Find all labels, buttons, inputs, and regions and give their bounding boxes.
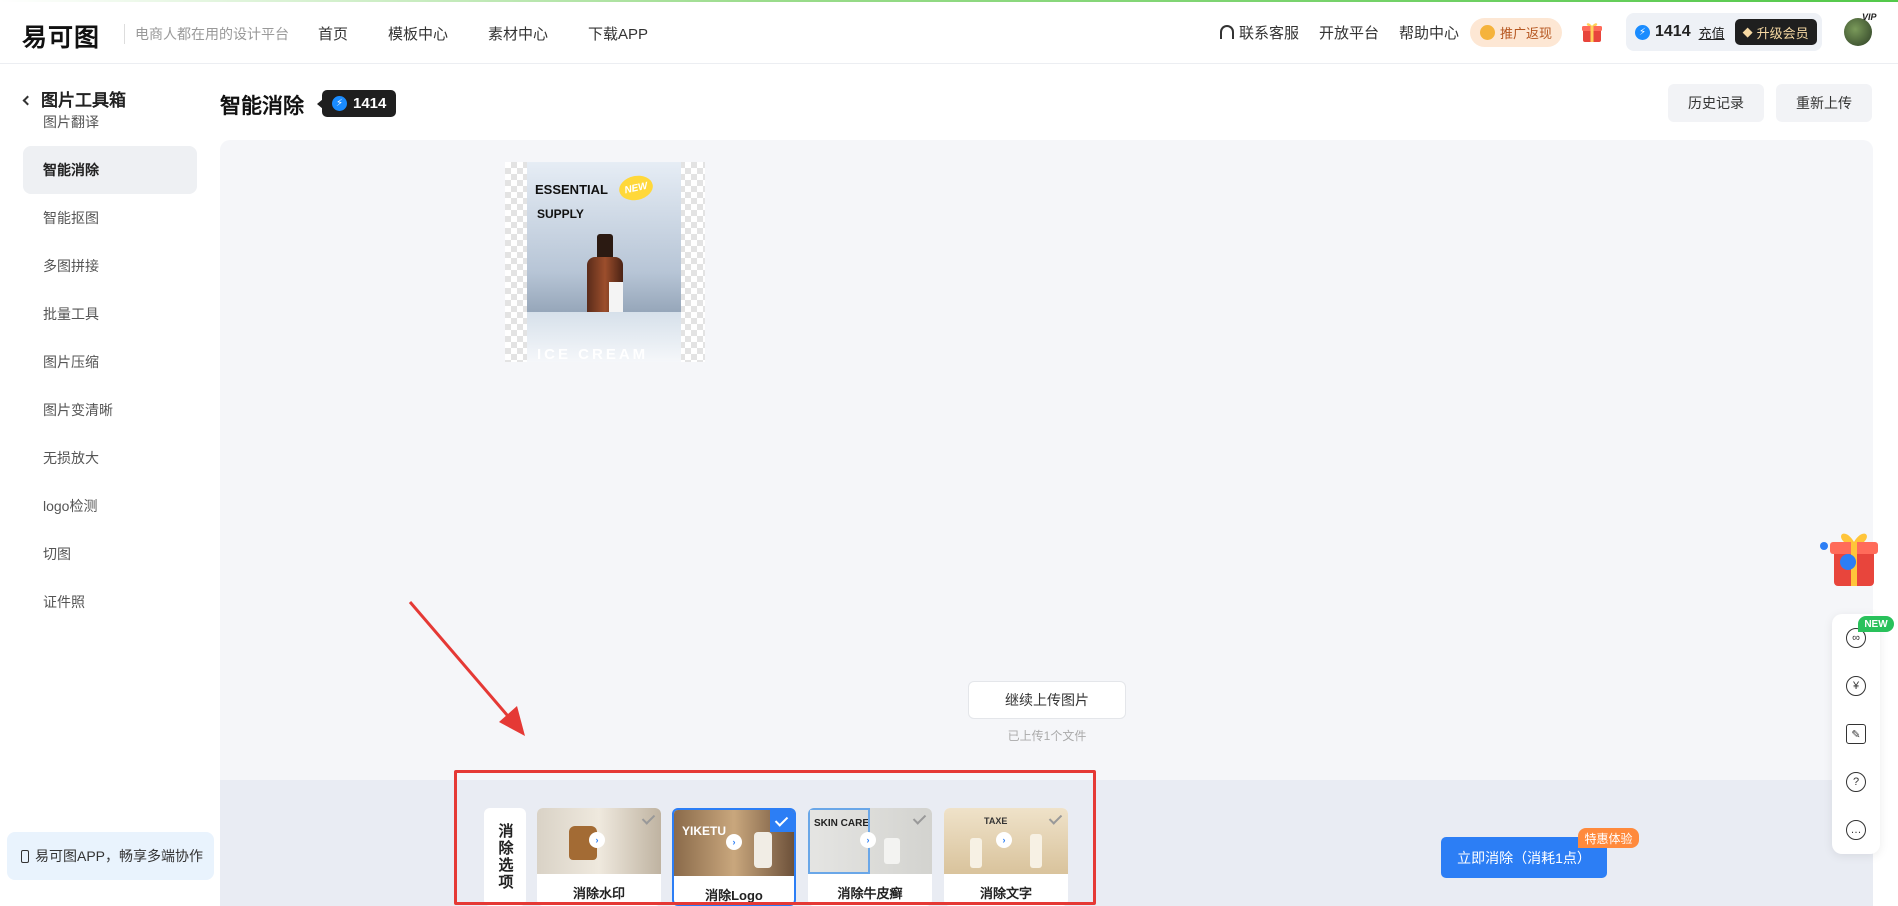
sidebar-item-id-photo[interactable]: 证件照: [23, 578, 197, 626]
chat-icon[interactable]: …: [1846, 820, 1866, 840]
nav-download-app[interactable]: 下载APP: [588, 23, 648, 44]
credits-pill-count: 1414: [353, 95, 387, 112]
credits-box: ⚡ 1414 充值 ◆ 升级会员: [1626, 13, 1822, 51]
image-text-ice-cream: ICE CREAM: [537, 346, 649, 362]
recharge-link[interactable]: 充值: [1699, 23, 1725, 42]
edit-icon[interactable]: ✎: [1846, 724, 1866, 744]
uploaded-count: 已上传1个文件: [1007, 729, 1087, 743]
upgrade-member-button[interactable]: ◆ 升级会员: [1734, 19, 1817, 45]
sidebar-item-batch-tools[interactable]: 批量工具: [23, 290, 197, 338]
upgrade-label: 升级会员: [1756, 25, 1809, 41]
promo-button[interactable]: 推广返现: [1470, 18, 1562, 47]
lightning-icon: ⚡: [1635, 24, 1650, 40]
sidebar-item-logo-detect[interactable]: logo检测: [23, 482, 197, 530]
floating-gift-icon[interactable]: [1818, 524, 1880, 590]
credits-pill: ⚡ 1414: [316, 90, 397, 117]
right-nav: 联系客服 开放平台 帮助中心: [1220, 22, 1459, 43]
lightning-icon: ⚡: [332, 96, 347, 111]
vip-tag: VIP: [1862, 12, 1877, 22]
history-button[interactable]: 历史记录: [1668, 84, 1764, 122]
sidebar-item-slice[interactable]: 切图: [23, 530, 197, 578]
help-icon[interactable]: ?: [1846, 772, 1866, 792]
contact-support-label: 联系客服: [1239, 25, 1300, 42]
sidebar: 图片工具箱 图片翻译 智能消除 智能抠图 多图拼接 批量工具 图片压缩 图片变清…: [0, 64, 220, 906]
continue-upload-button[interactable]: 继续上传图片: [968, 681, 1126, 719]
avatar[interactable]: [1844, 18, 1872, 46]
image-text-supply: SUPPLY: [537, 207, 584, 221]
image-badge-new: NEW: [616, 172, 656, 204]
nav-materials[interactable]: 素材中心: [488, 23, 548, 44]
nav-templates[interactable]: 模板中心: [388, 23, 448, 44]
sidebar-item-upscale[interactable]: 无损放大: [23, 434, 197, 482]
annotation-arrow: [408, 601, 525, 736]
sidebar-item-compress[interactable]: 图片压缩: [23, 338, 197, 386]
sidebar-item-image-translate[interactable]: 图片翻译: [23, 98, 197, 146]
uploaded-image: ESSENTIAL NEW SUPPLY ICE CREAM: [527, 162, 681, 362]
slogan: 电商人都在用的设计平台: [124, 24, 289, 44]
app-promo[interactable]: 易可图APP，畅享多端协作: [7, 832, 214, 880]
sidebar-item-multi-collage[interactable]: 多图拼接: [23, 242, 197, 290]
help-center-link[interactable]: 帮助中心: [1399, 22, 1459, 43]
coin-icon: [1479, 25, 1495, 40]
phone-icon: [21, 849, 29, 863]
sidebar-item-smart-cutout[interactable]: 智能抠图: [23, 194, 197, 242]
special-offer-badge: 特惠体验: [1578, 828, 1639, 848]
reupload-button[interactable]: 重新上传: [1776, 84, 1872, 122]
new-tag: NEW: [1858, 616, 1894, 632]
top-bar: 易可图 电商人都在用的设计平台 首页 模板中心 素材中心 下载APP 联系客服 …: [0, 0, 1898, 64]
gift-icon[interactable]: [1580, 20, 1604, 44]
app-promo-label: 易可图APP，畅享多端协作: [35, 848, 204, 864]
uploaded-image-card[interactable]: ESSENTIAL NEW SUPPLY ICE CREAM: [505, 162, 705, 362]
sidebar-item-sharpen[interactable]: 图片变清晰: [23, 386, 197, 434]
contact-support-link[interactable]: 联系客服: [1220, 22, 1299, 43]
credits-count: 1414: [1655, 23, 1691, 40]
promo-label: 推广返现: [1499, 26, 1552, 41]
main-nav: 首页 模板中心 素材中心 下载APP: [318, 23, 648, 44]
accent-line: [0, 0, 1898, 2]
bottle-neck: [597, 234, 613, 258]
open-platform-link[interactable]: 开放平台: [1319, 22, 1379, 43]
sidebar-item-smart-erase[interactable]: 智能消除: [23, 146, 197, 194]
floating-toolbar: ∞ ¥ ✎ ? …: [1832, 614, 1880, 854]
headset-icon: [1220, 25, 1234, 39]
sidebar-list: 图片翻译 智能消除 智能抠图 多图拼接 批量工具 图片压缩 图片变清晰 无损放大…: [23, 98, 197, 626]
nav-home[interactable]: 首页: [318, 23, 348, 44]
image-text-essential: ESSENTIAL: [535, 182, 608, 197]
page-title: 智能消除: [220, 95, 304, 118]
yuan-icon[interactable]: ¥: [1846, 676, 1866, 696]
diamond-icon: ◆: [1742, 24, 1753, 39]
logo[interactable]: 易可图: [22, 18, 100, 54]
highlight-box: [454, 770, 1096, 905]
